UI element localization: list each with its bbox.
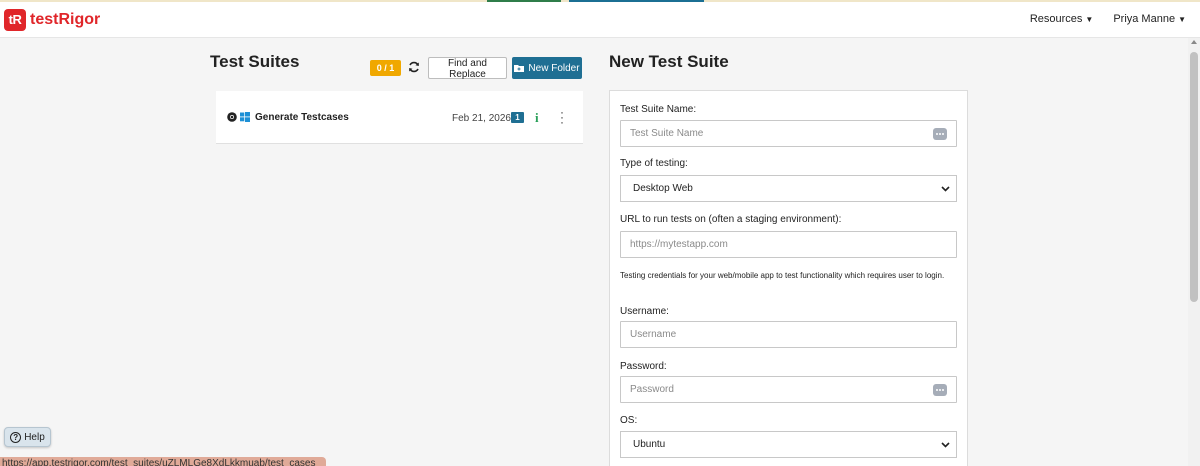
username-label: Username: bbox=[620, 306, 669, 317]
url-input[interactable] bbox=[620, 231, 957, 258]
folder-plus-icon bbox=[514, 65, 525, 72]
help-label: Help bbox=[24, 431, 45, 443]
logo-icon: tR bbox=[4, 9, 26, 31]
navbar: tR testRigor Resources ▼ Priya Manne ▼ bbox=[0, 2, 1200, 38]
url-label: URL to run tests on (often a staging env… bbox=[620, 214, 842, 225]
find-and-replace-button[interactable]: Find and Replace bbox=[428, 57, 507, 80]
windows-icon bbox=[240, 112, 250, 122]
brand-logo[interactable]: tR testRigor bbox=[4, 9, 100, 31]
suite-name-input[interactable] bbox=[621, 121, 956, 146]
password-manager-icon[interactable] bbox=[933, 128, 947, 140]
suite-count-badge: 1 bbox=[511, 112, 524, 123]
suite-name[interactable]: Generate Testcases bbox=[255, 112, 349, 123]
suite-name-label: Test Suite Name: bbox=[620, 104, 697, 115]
kebab-menu-icon[interactable]: · · · bbox=[560, 106, 564, 128]
scrollbar-thumb[interactable] bbox=[1190, 52, 1198, 302]
type-of-testing-value: Desktop Web bbox=[633, 183, 693, 194]
chevron-down-icon bbox=[941, 186, 950, 192]
caret-down-icon: ▼ bbox=[1178, 15, 1186, 24]
question-icon: ? bbox=[10, 431, 22, 443]
help-button[interactable]: ? Help bbox=[4, 427, 51, 447]
resources-menu[interactable]: Resources ▼ bbox=[1030, 13, 1094, 25]
password-input[interactable] bbox=[621, 377, 956, 402]
page-title: Test Suites bbox=[210, 52, 300, 71]
chrome-icon bbox=[227, 112, 237, 122]
user-name: Priya Manne bbox=[1113, 13, 1176, 25]
refresh-icon[interactable] bbox=[408, 61, 420, 73]
suite-name-field-wrap bbox=[620, 120, 957, 147]
new-suite-title: New Test Suite bbox=[609, 52, 729, 71]
new-folder-button[interactable]: New Folder bbox=[512, 57, 582, 79]
brand-name: testRigor bbox=[30, 11, 101, 28]
chevron-down-icon bbox=[941, 442, 950, 448]
suite-date: Feb 21, 2026 bbox=[452, 113, 511, 124]
os-value: Ubuntu bbox=[633, 439, 666, 450]
new-suite-form: Test Suite Name: Type of testing: Deskto… bbox=[609, 90, 968, 466]
suite-counter-badge: 0 / 1 bbox=[370, 60, 401, 76]
password-manager-icon[interactable] bbox=[933, 384, 947, 396]
scroll-up-arrow-icon[interactable] bbox=[1191, 40, 1197, 44]
os-label: OS: bbox=[620, 415, 638, 426]
info-icon[interactable]: i bbox=[535, 110, 539, 126]
password-field-wrap bbox=[620, 376, 957, 403]
password-label: Password: bbox=[620, 361, 667, 372]
type-of-testing-label: Type of testing: bbox=[620, 158, 688, 169]
new-folder-label: New Folder bbox=[528, 62, 580, 74]
type-of-testing-select[interactable]: Desktop Web bbox=[620, 175, 957, 202]
os-select[interactable]: Ubuntu bbox=[620, 431, 957, 458]
caret-down-icon: ▼ bbox=[1085, 15, 1094, 24]
status-bar-url: https://app.testrigor.com/test_suites/uZ… bbox=[0, 457, 326, 466]
user-menu[interactable]: Priya Manne ▼ bbox=[1113, 13, 1186, 25]
resources-label: Resources bbox=[1029, 13, 1083, 25]
username-input[interactable] bbox=[620, 321, 957, 348]
suite-list-item[interactable]: Generate Testcases Feb 21, 2026 1 i · · · bbox=[216, 91, 583, 144]
credentials-note: Testing credentials for your web/mobile … bbox=[620, 271, 945, 280]
vertical-scrollbar[interactable] bbox=[1188, 38, 1200, 466]
